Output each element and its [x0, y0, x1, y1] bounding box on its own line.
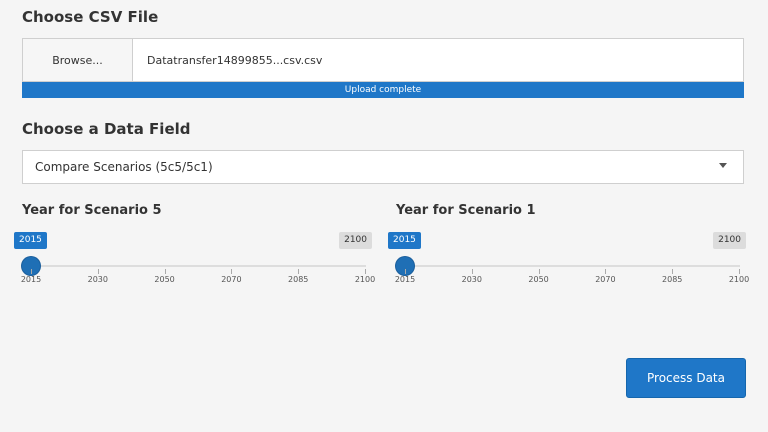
slider-tick-label: 2085 [288, 275, 309, 284]
slider-tick [31, 269, 32, 274]
slider-tick-label: 2050 [528, 275, 549, 284]
slider-value-tag: 2015 [14, 232, 47, 249]
upload-progress-bar: Upload complete [22, 82, 744, 98]
slider-tick-label: 2070 [595, 275, 616, 284]
slider-tick [231, 269, 233, 274]
slider-tick [405, 269, 406, 274]
slider-tick [672, 269, 674, 274]
browse-button[interactable]: Browse... [23, 39, 133, 81]
slider-tick-label: 2070 [221, 275, 242, 284]
data-field-selected-value: Compare Scenarios (5c5/5c1) [35, 160, 213, 174]
slider-tick [365, 269, 366, 274]
scenario-5-year-label: Year for Scenario 5 [22, 203, 162, 218]
slider-tick-label: 2030 [461, 275, 482, 284]
slider-max-tag: 2100 [339, 232, 372, 249]
slider-tick-label: 2050 [154, 275, 175, 284]
scenario-5-year-slider[interactable]: 2015 2100 2015 2030 2050 2070 2085 2100 [14, 232, 376, 292]
slider-tick [605, 269, 607, 274]
scenario-1-year-slider[interactable]: 2015 2100 2015 2030 2050 2070 2085 2100 [388, 232, 750, 292]
upload-status-text: Upload complete [344, 85, 422, 95]
scenario-1-year-label: Year for Scenario 1 [396, 203, 536, 218]
slider-tick-label: 2100 [728, 275, 750, 284]
slider-tick [739, 269, 740, 274]
slider-track[interactable] [30, 265, 366, 267]
slider-tick [97, 269, 99, 274]
upload-progress-fill: Upload complete [22, 82, 744, 98]
slider-tick [538, 269, 540, 274]
slider-track[interactable] [404, 265, 740, 267]
data-field-title: Choose a Data Field [22, 120, 191, 138]
slider-tick-label: 2015 [394, 275, 416, 284]
data-field-select[interactable]: Compare Scenarios (5c5/5c1) [22, 150, 744, 184]
file-name-display[interactable]: Datatransfer14899855...csv.csv [133, 39, 743, 81]
slider-max-tag: 2100 [713, 232, 746, 249]
slider-tick-label: 2085 [662, 275, 683, 284]
slider-tick-label: 2030 [87, 275, 108, 284]
slider-value-tag: 2015 [388, 232, 421, 249]
slider-tick [164, 269, 166, 274]
csv-file-input[interactable]: Browse... Datatransfer14899855...csv.csv [22, 38, 744, 82]
slider-tick [298, 269, 300, 274]
chevron-down-icon [719, 163, 727, 168]
csv-section-title: Choose CSV File [22, 8, 159, 26]
slider-tick-label: 2100 [354, 275, 376, 284]
slider-tick [471, 269, 473, 274]
process-data-button[interactable]: Process Data [626, 358, 746, 398]
slider-tick-label: 2015 [20, 275, 42, 284]
